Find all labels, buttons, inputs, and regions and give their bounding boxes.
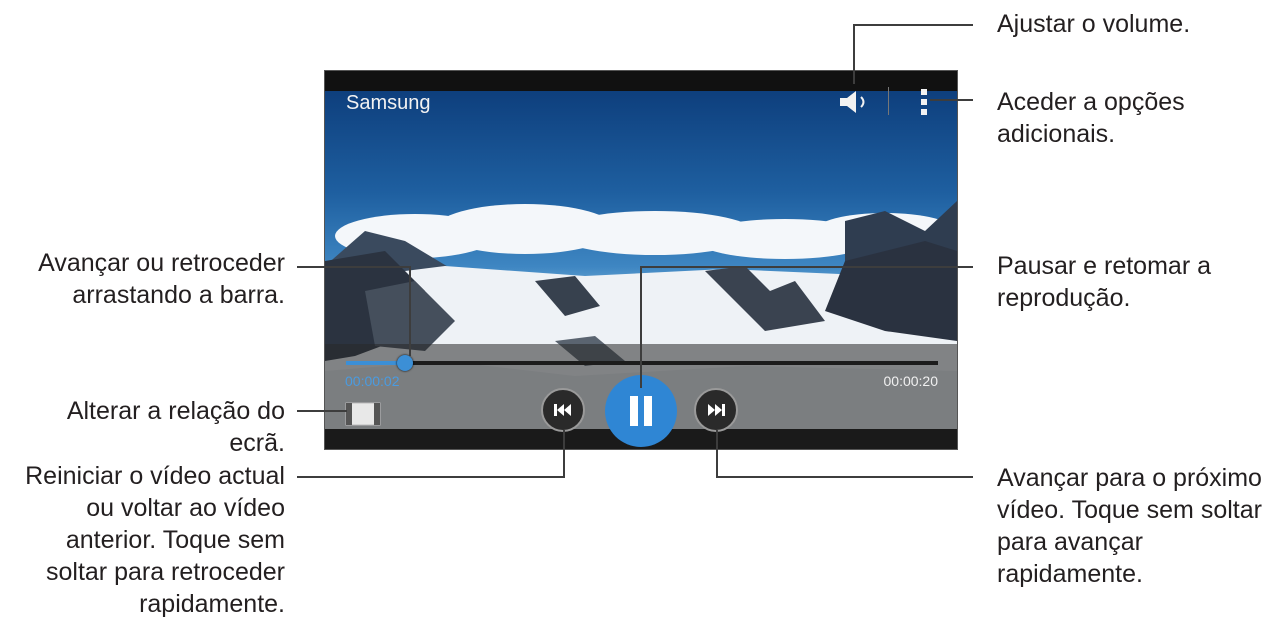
leader-line (930, 99, 973, 101)
volume-icon[interactable] (838, 90, 872, 114)
leader-line (853, 24, 973, 26)
callout-ratio: Alterar a relação do ecrã. (66, 397, 285, 457)
skip-previous-icon (554, 404, 571, 416)
callout-seek: Avançar ou retroceder arrastando a barra… (38, 249, 285, 309)
pause-icon (630, 396, 652, 426)
screen-ratio-icon[interactable] (345, 401, 381, 427)
next-button[interactable] (694, 388, 738, 432)
video-title: Samsung (346, 92, 431, 114)
leader-line (853, 24, 855, 84)
leader-line (297, 476, 565, 478)
callout-next: Avançar para o próximo vídeo. Toque sem … (997, 464, 1262, 588)
callout-volume: Ajustar o volume. (997, 10, 1191, 38)
callout-options: Aceder a opções adicionais. (997, 88, 1185, 148)
toolbar-divider (888, 87, 889, 115)
top-bar (325, 71, 957, 91)
seek-bar-thumb[interactable] (397, 355, 413, 371)
total-time: 00:00:20 (883, 373, 939, 389)
seek-bar[interactable] (346, 355, 938, 371)
leader-line (297, 266, 411, 268)
leader-line (563, 430, 565, 478)
leader-line (297, 410, 347, 412)
leader-line (716, 430, 718, 478)
callout-pause: Pausar e retomar a reprodução. (997, 252, 1211, 312)
skip-next-icon (708, 404, 725, 416)
leader-line (716, 476, 973, 478)
leader-line (409, 266, 411, 356)
previous-button[interactable] (541, 388, 585, 432)
video-player: Samsung 00:00:02 00:00:20 (324, 70, 958, 450)
leader-line (640, 266, 973, 268)
callout-previous: Reiniciar o vídeo actual ou voltar ao ví… (25, 462, 285, 618)
current-time: 00:00:02 (345, 373, 400, 389)
more-options-icon[interactable] (920, 88, 928, 116)
leader-line (640, 266, 642, 388)
